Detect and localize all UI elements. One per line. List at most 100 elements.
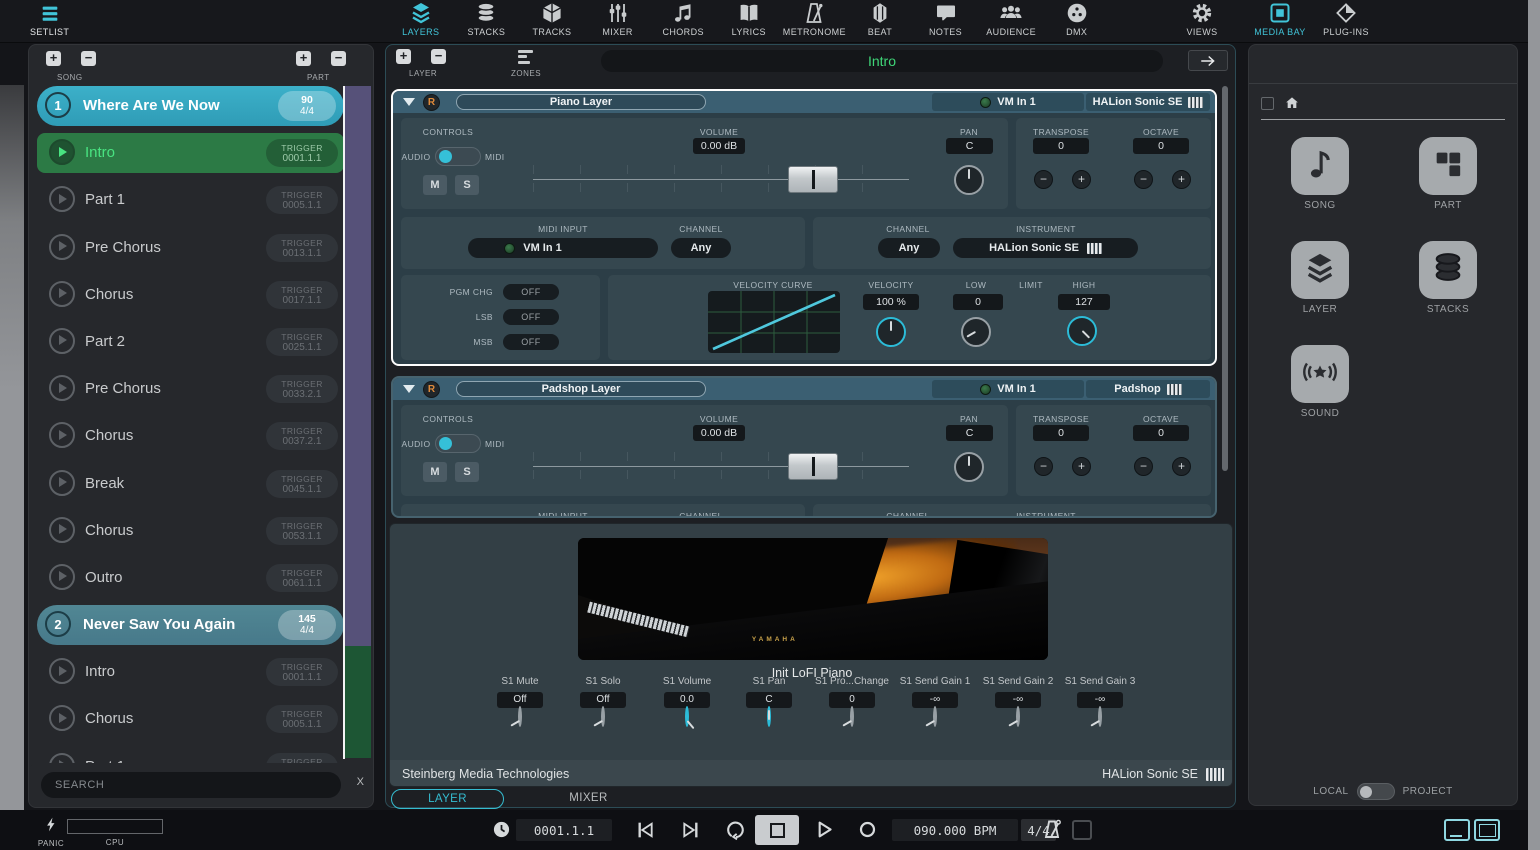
volume-fader-handle[interactable] (788, 166, 838, 193)
tab-notes[interactable]: NOTES (913, 3, 979, 37)
tab-plug-ins[interactable]: PLUG-INS (1316, 3, 1376, 37)
transpose-minus-button[interactable]: − (1034, 170, 1053, 189)
param-knob[interactable] (601, 706, 605, 727)
clear-search-button[interactable]: X (357, 776, 364, 788)
pan-knob[interactable] (954, 165, 984, 195)
layer-name[interactable]: Padshop Layer (456, 381, 706, 397)
tab-layer[interactable]: LAYER (391, 789, 504, 809)
tab-beat[interactable]: BEAT (847, 3, 913, 37)
keyboard-icon[interactable] (1167, 384, 1182, 395)
layer-input-display[interactable]: VM In 1 (932, 93, 1084, 111)
remove-part-button[interactable]: − (331, 51, 346, 66)
add-layer-button[interactable]: + (396, 49, 411, 64)
transpose-plus-button[interactable]: + (1072, 170, 1091, 189)
keyboard-icon[interactable] (1188, 97, 1203, 108)
part-play-button[interactable] (49, 564, 75, 590)
toggle-right-zone-button[interactable] (1474, 819, 1500, 841)
audio-midi-toggle[interactable] (435, 147, 481, 166)
layer-instrument-display[interactable]: Padshop (1086, 380, 1210, 398)
layer-instrument-display[interactable]: HALion Sonic SE (1086, 93, 1210, 111)
tab-audience[interactable]: AUDIENCE (978, 3, 1044, 37)
octave-value[interactable]: 0 (1133, 425, 1189, 441)
tab-views[interactable]: VIEWS (1178, 3, 1226, 37)
part-play-button[interactable] (49, 328, 75, 354)
part-play-button[interactable] (49, 375, 75, 401)
media-tile-part[interactable] (1419, 137, 1477, 195)
part-row[interactable]: Pre Chorus TRIGGER0033.2.1 (37, 369, 344, 409)
part-row[interactable]: Chorus TRIGGER0037.2.1 (37, 416, 344, 456)
setlist-tab[interactable]: SETLIST (30, 3, 69, 37)
tab-lyrics[interactable]: LYRICS (716, 3, 782, 37)
collapse-icon[interactable] (403, 385, 415, 393)
octave-plus-button[interactable]: + (1172, 170, 1191, 189)
stop-button[interactable] (755, 815, 799, 845)
layer-header[interactable]: R Piano Layer VM In 1 HALion Sonic SE (393, 91, 1215, 113)
keyboard-icon[interactable] (1087, 243, 1102, 254)
panic-button[interactable]: PANIC (36, 816, 66, 848)
layer-name[interactable]: Piano Layer (456, 94, 706, 110)
remove-layer-button[interactable]: − (431, 49, 446, 64)
part-play-button[interactable] (49, 658, 75, 684)
go-to-end-button[interactable] (680, 819, 702, 846)
low-value[interactable]: 0 (953, 294, 1003, 310)
pgm-chg-value[interactable]: OFF (503, 284, 559, 300)
transpose-minus-button[interactable]: − (1034, 457, 1053, 476)
part-play-button[interactable] (49, 281, 75, 307)
tab-layers[interactable]: LAYERS (388, 3, 454, 37)
search-input[interactable]: SEARCH (41, 772, 341, 798)
tempo-display[interactable]: 090.000 BPM (892, 819, 1018, 841)
volume-fader-handle[interactable] (788, 453, 838, 480)
part-row[interactable]: Break TRIGGER0045.1.1 (37, 464, 344, 504)
part-play-button[interactable] (49, 186, 75, 212)
mute-button[interactable]: M (423, 175, 447, 195)
record-arm-badge[interactable]: R (423, 94, 440, 111)
current-part-display[interactable]: Intro (601, 50, 1163, 72)
midi-input-field[interactable]: VM In 1 (468, 238, 658, 258)
go-to-start-button[interactable] (634, 819, 656, 846)
octave-value[interactable]: 0 (1133, 138, 1189, 154)
lsb-value[interactable]: OFF (503, 309, 559, 325)
octave-plus-button[interactable]: + (1172, 457, 1191, 476)
transpose-plus-button[interactable]: + (1072, 457, 1091, 476)
velocity-curve-graph[interactable] (708, 291, 840, 353)
pan-value[interactable]: C (946, 138, 993, 154)
volume-value[interactable]: 0.00 dB (693, 425, 745, 441)
part-row[interactable]: Chorus TRIGGER0053.1.1 (37, 511, 344, 551)
song-row[interactable]: 1 Where Are We Now 904/4 (37, 86, 344, 126)
solo-button[interactable]: S (455, 175, 479, 195)
tab-tracks[interactable]: TRACKS (519, 3, 585, 37)
msb-value[interactable]: OFF (503, 334, 559, 350)
filter-checkbox[interactable] (1261, 97, 1274, 110)
media-tile-layer[interactable] (1291, 241, 1349, 299)
tab-stacks[interactable]: STACKS (454, 3, 520, 37)
transpose-value[interactable]: 0 (1033, 425, 1089, 441)
part-play-button[interactable] (49, 517, 75, 543)
param-knob[interactable] (767, 706, 771, 727)
add-part-button[interactable]: + (296, 51, 311, 66)
next-part-button[interactable] (1188, 50, 1228, 71)
play-button[interactable] (812, 818, 835, 846)
part-row[interactable]: Pre Chorus TRIGGER0013.1.1 (37, 228, 344, 268)
tab-chords[interactable]: CHORDS (650, 3, 716, 37)
layer-header[interactable]: R Padshop Layer VM In 1 Padshop (393, 378, 1215, 400)
low-limit-knob[interactable] (961, 317, 991, 347)
media-tile-song[interactable] (1291, 137, 1349, 195)
tab-dmx[interactable]: DMX (1044, 3, 1110, 37)
layer-input-display[interactable]: VM In 1 (932, 380, 1084, 398)
param-knob[interactable] (518, 706, 522, 727)
cycle-button[interactable] (724, 818, 747, 846)
solo-button[interactable]: S (455, 462, 479, 482)
song-row[interactable]: 2 Never Saw You Again 1454/4 (37, 605, 344, 645)
high-limit-knob[interactable] (1067, 316, 1097, 346)
part-row[interactable]: Intro TRIGGER0001.1.1 (37, 652, 344, 692)
add-song-button[interactable]: + (46, 51, 61, 66)
instrument-field[interactable]: HALion Sonic SE (953, 238, 1138, 258)
octave-minus-button[interactable]: − (1134, 457, 1153, 476)
velocity-value[interactable]: 100 % (863, 294, 919, 310)
keyboard-icon[interactable] (1206, 768, 1224, 781)
part-row[interactable]: Chorus TRIGGER0005.1.1 (37, 699, 344, 739)
local-project-toggle[interactable] (1357, 783, 1395, 800)
home-icon[interactable] (1284, 95, 1300, 111)
param-knob[interactable] (850, 706, 854, 727)
param-knob[interactable] (1016, 706, 1020, 727)
